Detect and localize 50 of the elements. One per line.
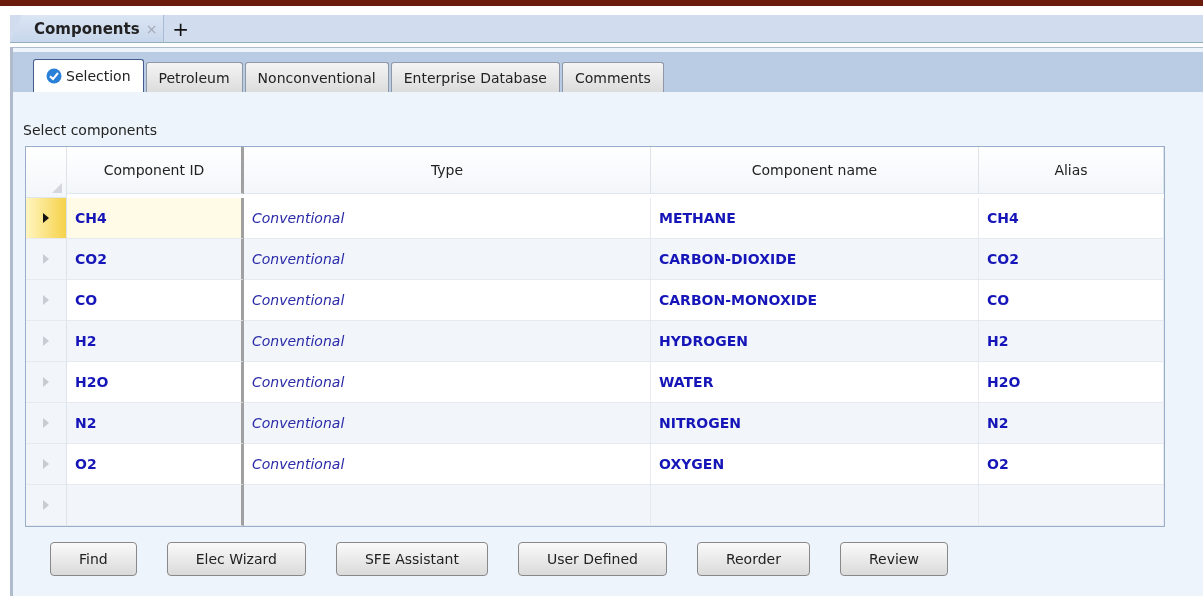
row-arrow-icon — [42, 417, 50, 429]
row-arrow-icon — [42, 458, 50, 470]
table-cell: Conventional — [244, 321, 651, 362]
table-cell: N2 — [67, 403, 244, 444]
row-header[interactable] — [26, 362, 67, 403]
row-header[interactable] — [26, 403, 67, 444]
new-tab-button[interactable]: + — [164, 15, 198, 42]
row-arrow-icon — [42, 335, 50, 347]
action-button[interactable]: Review — [839, 542, 948, 576]
row-arrow-icon — [42, 253, 50, 265]
row-arrow-icon — [42, 376, 50, 388]
row-arrow-icon — [42, 499, 50, 511]
row-arrow-icon — [42, 294, 50, 306]
corner-icon — [52, 183, 62, 193]
table-cell: NITROGEN — [651, 403, 979, 444]
column-header[interactable]: Alias — [979, 147, 1164, 194]
tab[interactable]: Enterprise Database — [390, 62, 560, 92]
document-tab-label: Components — [34, 19, 140, 38]
tab[interactable]: Petroleum — [145, 62, 243, 92]
table-cell: Conventional — [244, 403, 651, 444]
tab[interactable]: Selection — [33, 59, 144, 92]
action-button[interactable]: User Defined — [517, 542, 667, 576]
action-button[interactable]: SFE Assistant — [335, 542, 488, 576]
table-cell: N2 — [979, 403, 1164, 444]
table-cell: CO2 — [67, 239, 244, 280]
table-cell: CH4 — [67, 198, 244, 239]
check-circle-icon — [46, 68, 62, 84]
column-header[interactable]: Component name — [651, 147, 979, 194]
action-button[interactable]: Reorder — [696, 542, 810, 576]
column-header[interactable]: Component ID — [67, 147, 244, 194]
table-cell: H2 — [67, 321, 244, 362]
row-header[interactable] — [26, 485, 67, 526]
row-header[interactable] — [26, 321, 67, 362]
document-tab[interactable]: Components × — [10, 15, 165, 42]
column-header[interactable]: Type — [244, 147, 651, 194]
row-header[interactable] — [26, 444, 67, 485]
row-header[interactable] — [26, 280, 67, 321]
table-cell: CO2 — [979, 239, 1164, 280]
action-button[interactable]: Find — [50, 542, 137, 576]
action-button[interactable]: Elec Wizard — [166, 542, 306, 576]
current-row-icon — [42, 212, 50, 224]
row-header[interactable] — [26, 239, 67, 280]
tab[interactable]: Nonconventional — [244, 62, 389, 92]
tab[interactable]: Comments — [562, 62, 664, 92]
table-cell: HYDROGEN — [651, 321, 979, 362]
table-cell: CARBON-DIOXIDE — [651, 239, 979, 280]
table-cell: H2 — [979, 321, 1164, 362]
row-header[interactable] — [26, 198, 67, 239]
instruction-text: Select components — [23, 122, 159, 138]
table-cell: Conventional — [244, 239, 651, 280]
